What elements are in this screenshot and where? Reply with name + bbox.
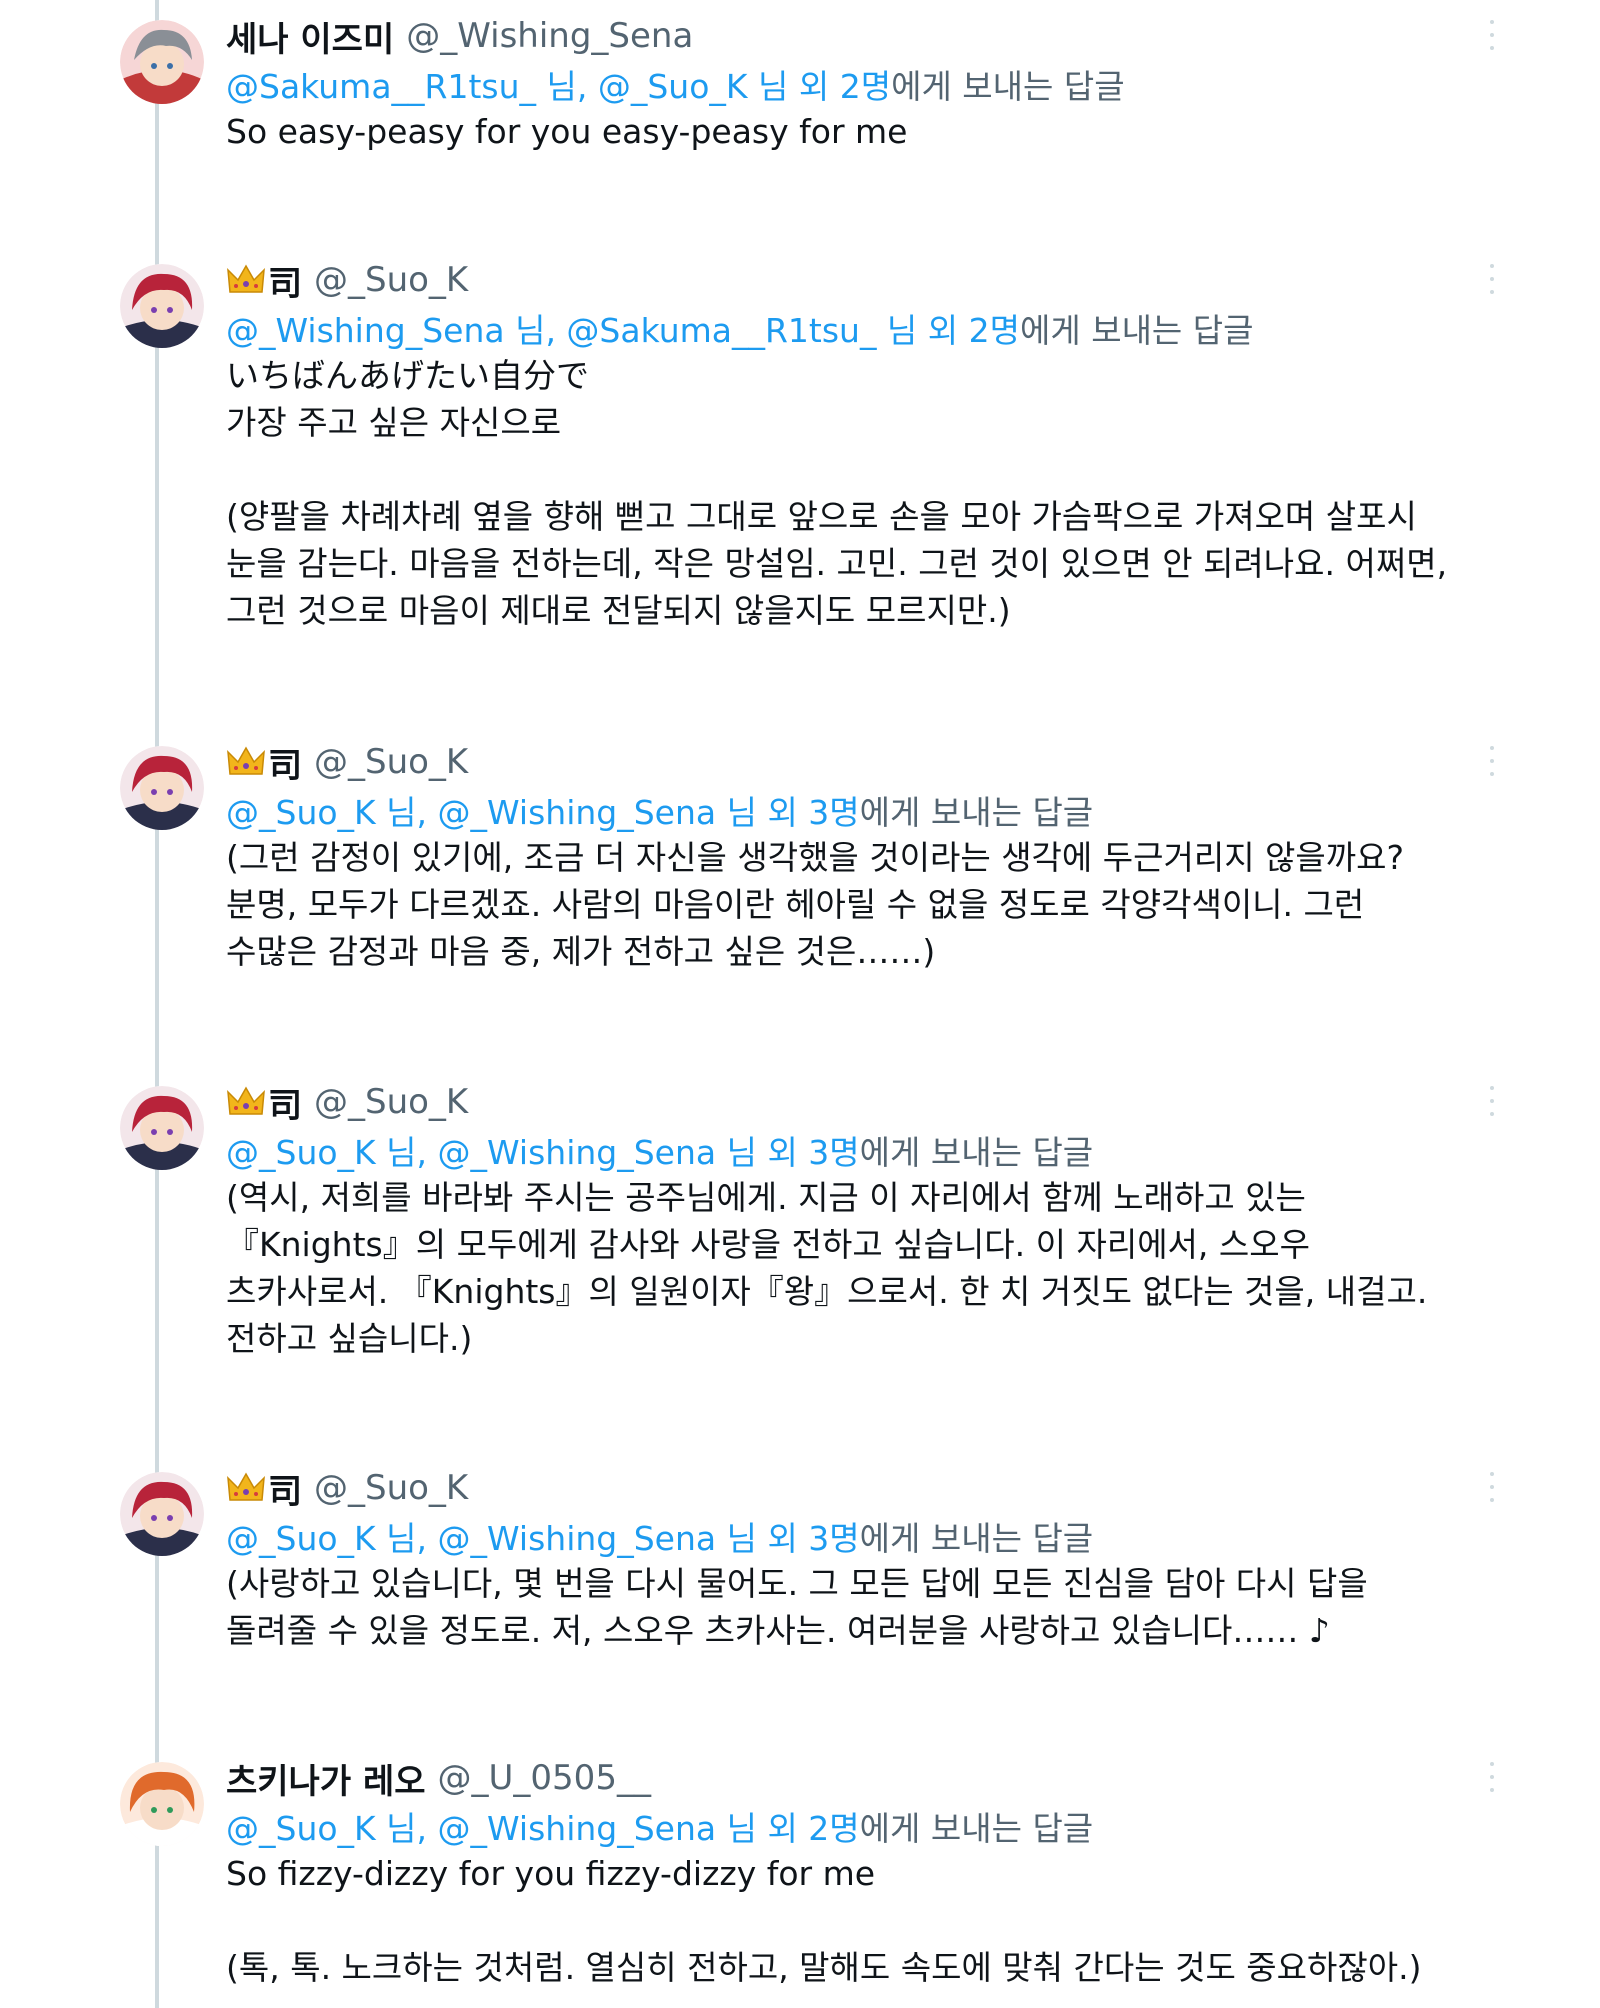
display-name[interactable]: 司 [268,1078,302,1127]
avatar[interactable] [120,1472,204,1556]
tweet-text: (그런 감정이 있기에, 조금 더 자신을 생각했을 것이라는 생각에 두근거리… [226,838,1405,971]
reply-context: @_Suo_K 님, @_Wishing_Sena 님 외 3명에게 보내는 답… [226,1126,1093,1174]
avatar-red-hair-icon [120,264,204,348]
reply-context: @_Suo_K 님, @_Wishing_Sena 님 외 2명에게 보내는 답… [226,1802,1093,1850]
handle[interactable]: @_U_0505__ [438,1758,651,1798]
tweet-text: So easy-peasy for you easy-peasy for me [226,112,908,151]
more-options-icon[interactable] [1480,1762,1504,1792]
avatar[interactable] [120,1762,204,1846]
reply-context: @_Suo_K 님, @_Wishing_Sena 님 외 3명에게 보내는 답… [226,1512,1093,1560]
avatar-red-hair-icon [120,746,204,830]
handle[interactable]: @_Suo_K [314,1468,468,1508]
reply-suffix: 에게 보내는 답글 [1020,311,1254,350]
handle[interactable]: @_Wishing_Sena [406,16,693,56]
avatar[interactable] [120,264,204,348]
reply-suffix: 에게 보내는 답글 [859,1809,1094,1848]
crown-icon [226,744,266,780]
more-options-icon[interactable] [1480,264,1504,294]
avatar[interactable] [120,20,204,104]
avatar-red-hair-icon [120,1472,204,1556]
reply-mentions-link[interactable]: @_Suo_K 님, @_Wishing_Sena 님 외 2명 [226,1809,860,1848]
more-options-icon[interactable] [1480,1472,1504,1502]
reply-mentions-link[interactable]: @_Suo_K 님, @_Wishing_Sena 님 외 3명 [226,1133,860,1172]
tweet-text: So fizzy-dizzy for you fizzy-dizzy for m… [226,1854,1422,1987]
tweet-text: (사랑하고 있습니다, 몇 번을 다시 물어도. 그 모든 답에 모든 진심을 … [226,1564,1368,1650]
reply-mentions-link[interactable]: @_Suo_K 님, @_Wishing_Sena 님 외 3명 [226,793,860,832]
tweet-text: いちばんあげたい自分で 가장 주고 싶은 자신으로 (양팔을 차례차례 옆을 향… [226,356,1448,630]
avatar-silver-hair-icon [120,20,204,104]
more-options-icon[interactable] [1480,1086,1504,1116]
more-options-icon[interactable] [1480,20,1504,50]
display-name[interactable]: 司 [268,256,302,305]
reply-mentions-link[interactable]: @Sakuma__R1tsu_ 님, @_Suo_K 님 외 2명 [226,67,891,106]
crown-icon [226,1470,266,1506]
handle[interactable]: @_Suo_K [314,1082,468,1122]
reply-context: @_Wishing_Sena 님, @Sakuma__R1tsu_ 님 외 2명… [226,304,1254,352]
more-options-icon[interactable] [1480,746,1504,776]
crown-icon [226,262,266,298]
avatar[interactable] [120,1086,204,1170]
reply-suffix: 에게 보내는 답글 [859,1133,1094,1172]
reply-suffix: 에게 보내는 답글 [891,67,1125,106]
avatar[interactable] [120,746,204,830]
reply-context: @_Suo_K 님, @_Wishing_Sena 님 외 3명에게 보내는 답… [226,786,1093,834]
display-name[interactable]: 세나 이즈미 [226,12,394,61]
reply-suffix: 에게 보내는 답글 [859,1519,1094,1558]
display-name[interactable]: 츠키나가 레오 [226,1754,426,1803]
handle[interactable]: @_Suo_K [314,742,468,782]
reply-suffix: 에게 보내는 답글 [859,793,1094,832]
display-name[interactable]: 司 [268,738,302,787]
avatar-red-hair-icon [120,1086,204,1170]
tweet-text: (역시, 저희를 바라봐 주시는 공주님에게. 지금 이 자리에서 함께 노래하… [226,1178,1428,1358]
reply-mentions-link[interactable]: @_Suo_K 님, @_Wishing_Sena 님 외 3명 [226,1519,860,1558]
reply-mentions-link[interactable]: @_Wishing_Sena 님, @Sakuma__R1tsu_ 님 외 2명 [226,311,1020,350]
reply-context: @Sakuma__R1tsu_ 님, @_Suo_K 님 외 2명에게 보내는 … [226,60,1125,108]
handle[interactable]: @_Suo_K [314,260,468,300]
crown-icon [226,1084,266,1120]
display-name[interactable]: 司 [268,1464,302,1513]
avatar-orange-hair-icon [120,1762,204,1846]
